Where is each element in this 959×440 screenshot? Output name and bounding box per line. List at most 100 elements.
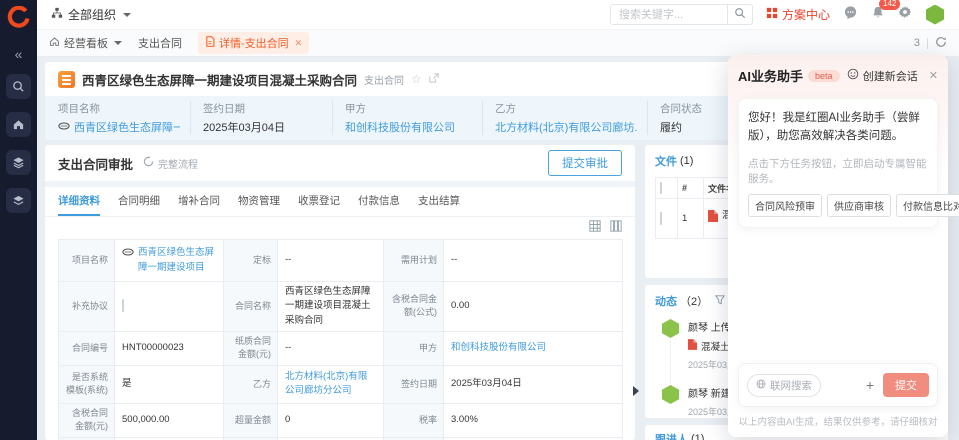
page-title: 西青区绿色生态屏障一期建设项目混凝土采购合同 xyxy=(82,70,357,89)
field-value: 西青区绿色生态屏障一期建设项目 xyxy=(115,240,224,282)
field-label: 是否系统模板(系统) xyxy=(59,365,115,403)
action-payment-compare-button[interactable]: 付款信息比对 xyxy=(896,194,959,217)
sidebar-collapse-icon[interactable]: « xyxy=(15,47,23,61)
tab-dashboard[interactable]: 经营看板 xyxy=(49,35,122,51)
close-icon[interactable]: ✕ xyxy=(295,38,303,49)
field-label: 甲方 xyxy=(345,101,472,116)
sidebar-item-search[interactable] xyxy=(6,74,31,99)
submit-approval-button[interactable]: 提交审批 xyxy=(548,150,622,176)
tab-supplement[interactable]: 增补合同 xyxy=(178,187,220,216)
favorite-star-icon[interactable]: ☆ xyxy=(411,72,422,86)
activity-user: 颜琴 xyxy=(688,389,708,400)
columns-icon[interactable] xyxy=(610,219,622,237)
filter-funnel-icon[interactable] xyxy=(715,295,725,308)
sidebar: « xyxy=(0,0,37,440)
sidebar-item-modules[interactable] xyxy=(6,188,31,213)
tab-invoices[interactable]: 收票登记 xyxy=(298,187,340,216)
user-avatar[interactable] xyxy=(925,5,945,25)
table-row: 是否系统模板(系统) 是 乙方 北方材料(北京)有限公司廊坊分公司 签约日期 2… xyxy=(59,365,623,403)
pdf-icon xyxy=(708,209,718,227)
sidebar-item-home[interactable] xyxy=(6,112,31,137)
new-session-label: 创建新会话 xyxy=(863,68,918,84)
field-label: 纸质合同金额(元) xyxy=(224,331,278,365)
field-label: 超量金额 xyxy=(224,403,278,437)
chevron-down-icon xyxy=(123,13,131,17)
brand-logo[interactable] xyxy=(7,6,30,34)
table-row: 合同编号 HNT00000023 纸质合同金额(元) -- 甲方 和创科技股份有… xyxy=(59,331,623,365)
ai-input-area: 联网搜索 + 提交 xyxy=(738,363,938,407)
tab-label: 详情-支出合同 xyxy=(219,35,289,51)
external-link-icon[interactable] xyxy=(429,70,439,88)
search-submit-button[interactable] xyxy=(727,5,752,24)
document-icon xyxy=(205,36,215,50)
tab-detail-info[interactable]: 详细资料 xyxy=(58,187,100,216)
messages-button[interactable] xyxy=(843,5,858,25)
field-label: 签约日期 xyxy=(203,101,322,116)
checkbox[interactable] xyxy=(660,212,662,225)
gear-icon xyxy=(898,5,912,24)
ai-quick-actions: 合同风险预审 供应商审核 付款信息比对 xyxy=(748,194,928,217)
field-value: 0 xyxy=(278,403,384,437)
summary-field: 甲方 和创科技股份有限公司 xyxy=(332,101,482,135)
tab-contract-detail[interactable]: 详情-支出合同 ✕ xyxy=(198,32,309,54)
field-label: 项目名称 xyxy=(59,240,115,282)
field-label: 乙方 xyxy=(224,365,278,403)
org-label: 全部组织 xyxy=(68,6,116,23)
checkbox[interactable] xyxy=(660,182,662,194)
party-b-link[interactable]: 北方材料(北京)有限公司廊坊... xyxy=(495,119,637,135)
table-row: 补充协议 合同名称 西青区绿色生态屏障一期建设项目混凝土采购合同 含税合同金额(… xyxy=(59,282,623,332)
field-value: 北方材料(北京)有限公司廊坊分公司 xyxy=(278,365,384,403)
tab-payments[interactable]: 付款信息 xyxy=(358,187,400,216)
action-contract-risk-button[interactable]: 合同风险预审 xyxy=(748,194,822,217)
activity-user: 颜琴 xyxy=(688,323,708,334)
process-circle-icon xyxy=(143,156,154,170)
timeline-rail xyxy=(670,341,671,383)
plan-center-link[interactable]: 方案中心 xyxy=(766,6,830,23)
attach-plus-icon[interactable]: + xyxy=(866,377,874,393)
project-link[interactable]: 西青区绿色生态屏障一... xyxy=(74,119,180,135)
close-icon[interactable]: ✕ xyxy=(929,69,938,82)
contract-detail-table: 项目名称 西青区绿色生态屏障一期建设项目 定标 -- 需用计划 -- 补充协议 … xyxy=(58,239,623,440)
action-supplier-audit-button[interactable]: 供应商审核 xyxy=(827,194,891,217)
activity-count: （2） xyxy=(680,293,708,309)
search-icon xyxy=(734,6,746,24)
plan-center-label: 方案中心 xyxy=(782,6,830,23)
field-value xyxy=(115,282,224,332)
grid-view-icon[interactable] xyxy=(589,219,601,237)
contract-doc-icon xyxy=(58,71,75,88)
files-title: 文件 xyxy=(655,153,677,169)
new-session-button[interactable]: 创建新会话 xyxy=(847,68,918,84)
org-tree-icon xyxy=(51,7,63,22)
tab-materials[interactable]: 物资管理 xyxy=(238,187,280,216)
party-a-link[interactable]: 和创科技股份有限公司 xyxy=(451,342,546,353)
tab-settlement[interactable]: 支出结算 xyxy=(418,187,460,216)
notification-badge: 142 xyxy=(879,0,900,10)
avatar xyxy=(661,319,680,338)
field-label: 甲方 xyxy=(384,331,444,365)
field-value: 3.00% xyxy=(444,403,623,437)
web-search-toggle[interactable]: 联网搜索 xyxy=(747,374,821,397)
process-flow[interactable]: 完整流程 xyxy=(143,156,198,171)
tab-expense-contract[interactable]: 支出合同 xyxy=(138,35,182,51)
party-a-link[interactable]: 和创科技股份有限公司 xyxy=(345,119,472,135)
notifications-button[interactable]: 142 xyxy=(871,5,885,25)
org-selector[interactable]: 全部组织 xyxy=(51,6,131,23)
chat-bubble-icon xyxy=(843,5,858,25)
page-tabbar: 经营看板 支出合同 详情-支出合同 ✕ 3 xyxy=(37,30,959,57)
ai-welcome-card: 您好！我是红圈AI业务助手（尝鲜版），助您高效解决各类问题。 点击下方任务按钮，… xyxy=(738,98,938,228)
activity-title: 动态 xyxy=(655,293,677,309)
refresh-icon[interactable] xyxy=(935,36,947,51)
ai-submit-button[interactable]: 提交 xyxy=(883,373,929,397)
tab-contract-items[interactable]: 合同明细 xyxy=(118,187,160,216)
checkbox[interactable] xyxy=(122,299,124,312)
panel-collapse-arrow[interactable] xyxy=(633,386,639,396)
settings-button[interactable] xyxy=(898,5,912,24)
project-link[interactable]: 西青区绿色生态屏障一期建设项目 xyxy=(138,246,216,275)
contract-type-tag: 支出合同 xyxy=(364,72,404,87)
search-input[interactable] xyxy=(611,5,727,24)
field-value: 西青区绿色生态屏障一期建设项目混凝土采购合同 xyxy=(278,282,384,332)
sidebar-item-apps[interactable] xyxy=(6,150,31,175)
avatar xyxy=(661,385,680,404)
layers-icon xyxy=(12,194,25,207)
party-b-link[interactable]: 北方材料(北京)有限公司廊坊分公司 xyxy=(285,371,367,396)
